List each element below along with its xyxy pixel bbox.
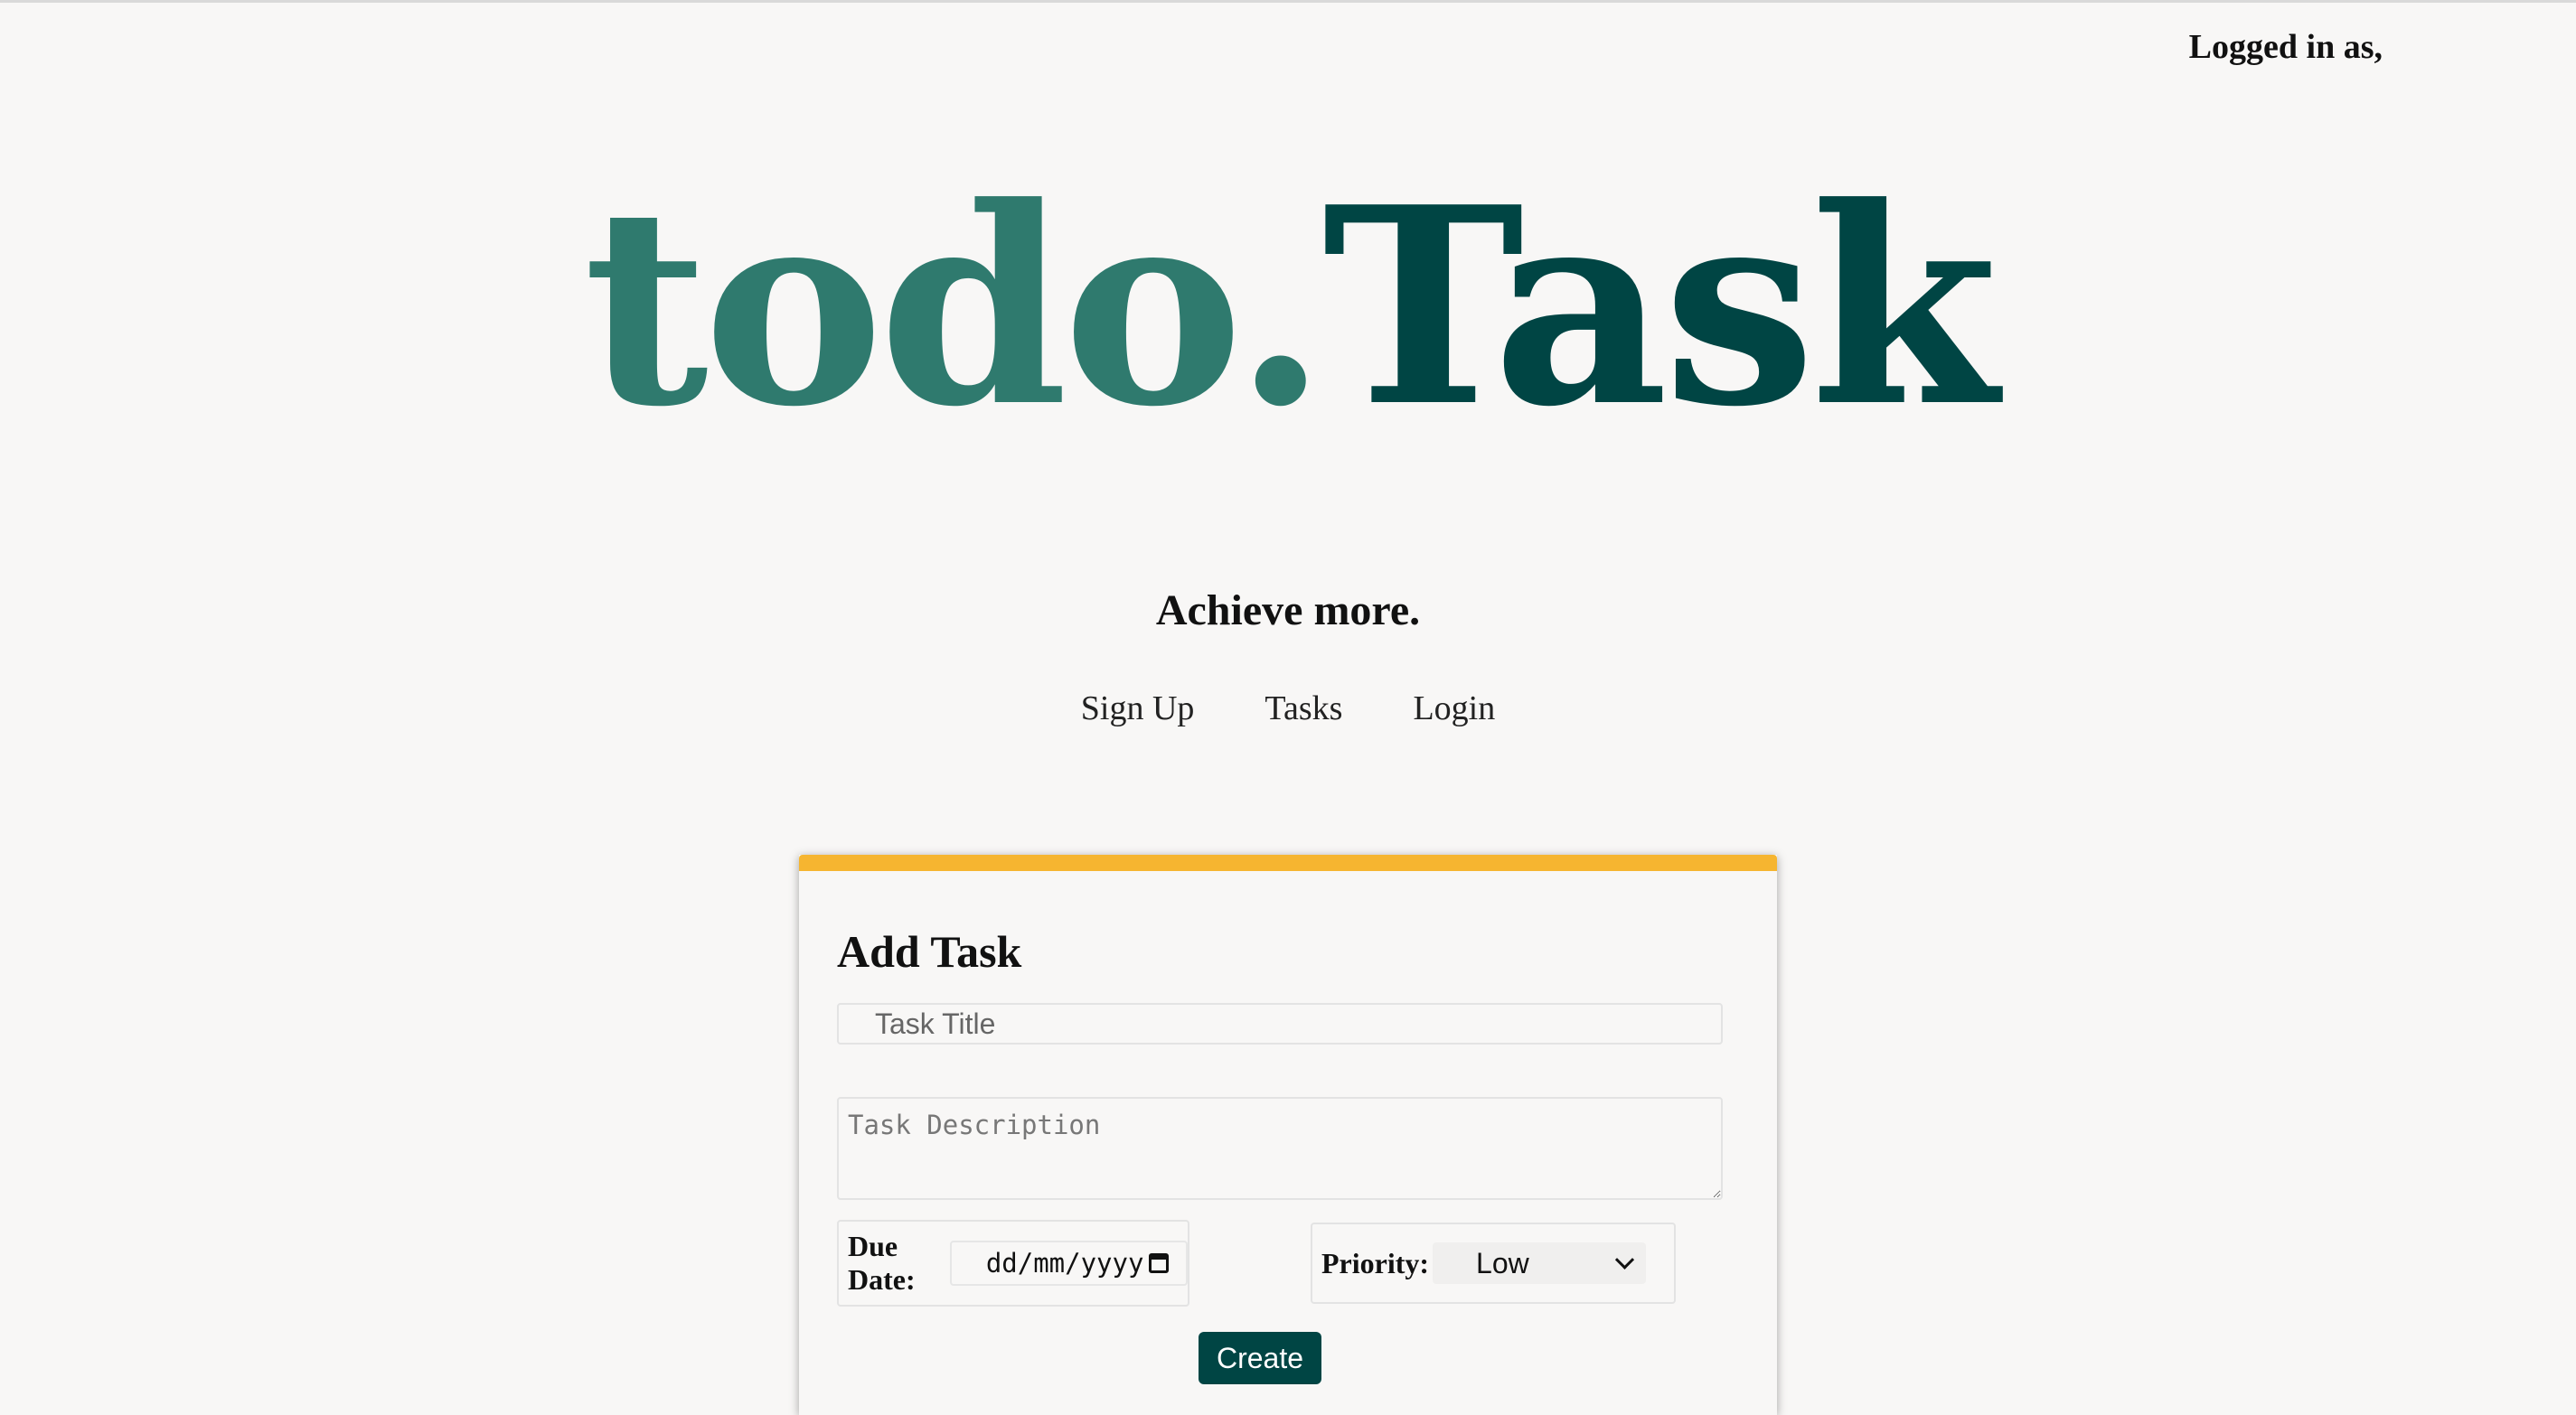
due-date-label: Due Date:: [848, 1230, 916, 1296]
priority-select[interactable]: Low: [1433, 1242, 1647, 1284]
due-date-placeholder: dd/mm/yyyy: [985, 1248, 1144, 1279]
add-task-heading: Add Task: [837, 926, 1022, 977]
priority-field: Priority: Low: [1311, 1223, 1676, 1304]
due-date-field: Due Date: dd/mm/yyyy: [837, 1220, 1189, 1307]
logo-task: Task: [1322, 147, 1998, 466]
main-nav: Sign Up Tasks Login: [0, 689, 2576, 728]
logged-in-status: Logged in as,: [2188, 28, 2383, 66]
task-title-input[interactable]: [837, 1003, 1723, 1045]
top-divider: [0, 0, 2576, 3]
calendar-icon[interactable]: [1149, 1253, 1170, 1273]
priority-selected-value: Low: [1476, 1246, 1529, 1279]
logo-todo: todo.: [583, 147, 1328, 466]
due-date-input[interactable]: dd/mm/yyyy: [949, 1241, 1188, 1286]
chevron-down-icon: [1614, 1250, 1635, 1270]
add-task-card: Add Task Due Date: dd/mm/yyyy Priority: …: [799, 855, 1777, 1415]
tagline: Achieve more.: [1155, 586, 1421, 634]
card-accent-bar: [799, 855, 1777, 871]
task-description-input[interactable]: [837, 1097, 1723, 1200]
nav-login-link[interactable]: Login: [1413, 689, 1495, 728]
nav-tasks-link[interactable]: Tasks: [1264, 689, 1342, 728]
app-logo: todo.Task: [0, 172, 2576, 443]
priority-label: Priority:: [1321, 1246, 1430, 1279]
create-button[interactable]: Create: [1199, 1332, 1321, 1384]
nav-sign-up-link[interactable]: Sign Up: [1081, 689, 1195, 728]
